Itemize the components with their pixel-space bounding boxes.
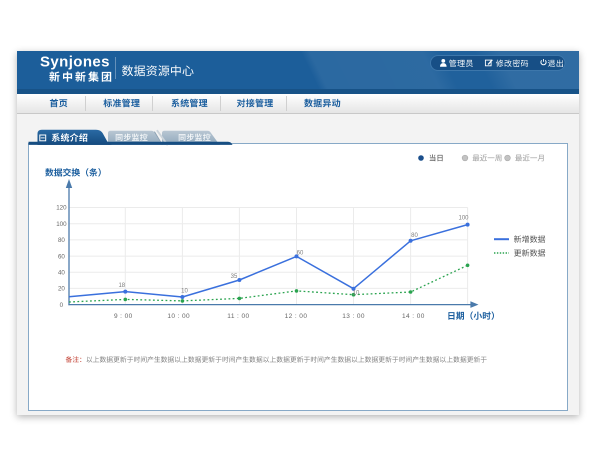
svg-text:10 : 00: 10 : 00 [167, 313, 190, 320]
svg-text:80: 80 [411, 233, 418, 239]
svg-text:10: 10 [181, 289, 188, 295]
svg-text:60: 60 [58, 253, 65, 260]
svg-text:Synjones: Synjones [40, 54, 110, 71]
svg-text:14 : 00: 14 : 00 [402, 313, 425, 320]
svg-text:35: 35 [231, 274, 238, 280]
svg-text:100: 100 [56, 221, 67, 228]
svg-text:100: 100 [458, 216, 469, 222]
svg-text:10: 10 [353, 291, 360, 297]
svg-text:9 : 00: 9 : 00 [114, 313, 133, 320]
svg-text:60: 60 [297, 251, 304, 257]
svg-text:18: 18 [118, 283, 125, 289]
svg-text:20: 20 [58, 286, 65, 293]
svg-text:120: 120 [56, 205, 67, 212]
svg-text:40: 40 [58, 269, 65, 276]
svg-text:80: 80 [58, 237, 65, 244]
svg-text:0: 0 [60, 302, 64, 309]
svg-text:11 : 00: 11 : 00 [227, 313, 249, 320]
svg-text:12 : 00: 12 : 00 [285, 313, 308, 320]
svg-text:13 : 00: 13 : 00 [342, 313, 365, 320]
